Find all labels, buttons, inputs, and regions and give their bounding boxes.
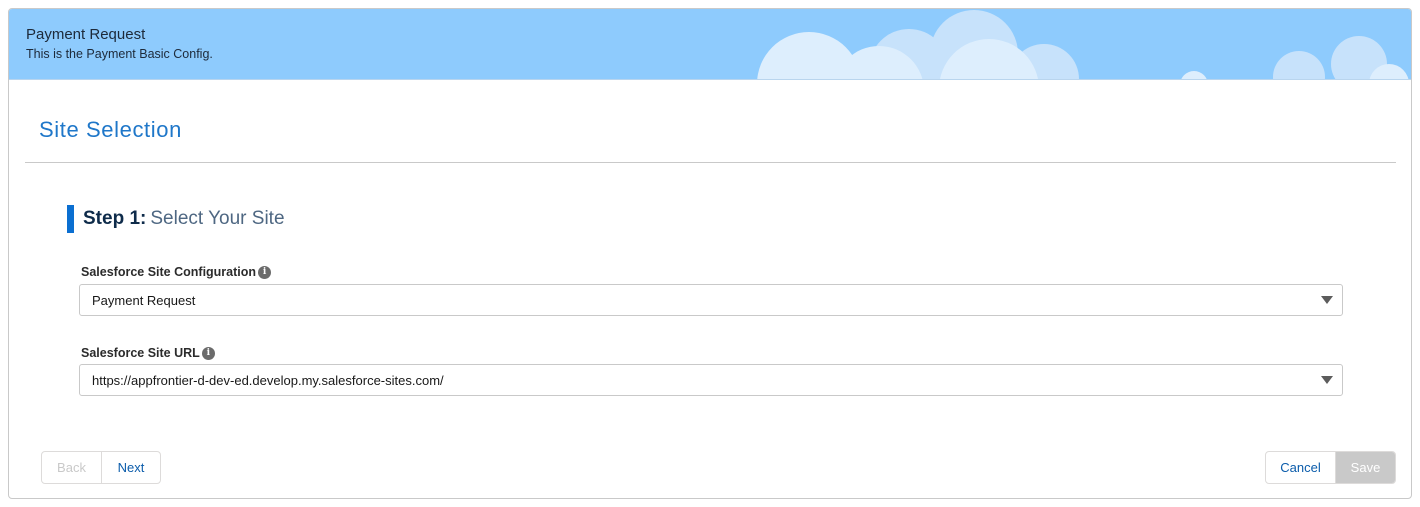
next-button[interactable]: Next — [101, 452, 160, 483]
action-button-group: Cancel Save — [1265, 451, 1396, 484]
banner-subtitle: This is the Payment Basic Config. — [26, 47, 213, 61]
site-url-label-text: Salesforce Site URL — [81, 346, 200, 360]
site-url-label: Salesforce Site URL i — [81, 346, 215, 360]
info-icon[interactable]: i — [258, 265, 272, 279]
chevron-down-icon — [1321, 376, 1333, 384]
nav-button-group: Back Next — [41, 451, 161, 484]
cancel-button[interactable]: Cancel — [1266, 452, 1335, 483]
site-url-value: https://appfrontier-d-dev-ed.develop.my.… — [92, 372, 444, 388]
site-config-value: Payment Request — [92, 292, 196, 308]
step-title: Select Your Site — [150, 208, 285, 229]
back-button[interactable]: Back — [42, 452, 101, 483]
section-divider — [25, 162, 1396, 163]
info-icon[interactable]: i — [201, 346, 215, 360]
clouds-illustration — [757, 10, 1409, 79]
step-heading: Step 1: Select Your Site — [83, 208, 285, 230]
site-config-select[interactable]: Payment Request — [79, 284, 1343, 316]
save-button[interactable]: Save — [1335, 452, 1395, 483]
site-config-label-text: Salesforce Site Configuration — [81, 265, 257, 279]
step-number: Step 1: — [83, 208, 147, 229]
step-indicator-bar — [67, 205, 74, 233]
header-banner: Payment Request This is the Payment Basi… — [9, 9, 1411, 80]
site-config-label: Salesforce Site Configuration i — [81, 265, 272, 279]
banner-title: Payment Request — [26, 26, 146, 43]
config-card: Payment Request This is the Payment Basi… — [8, 8, 1412, 499]
site-url-select[interactable]: https://appfrontier-d-dev-ed.develop.my.… — [79, 364, 1343, 396]
chevron-down-icon — [1321, 296, 1333, 304]
section-title: Site Selection — [39, 117, 182, 142]
